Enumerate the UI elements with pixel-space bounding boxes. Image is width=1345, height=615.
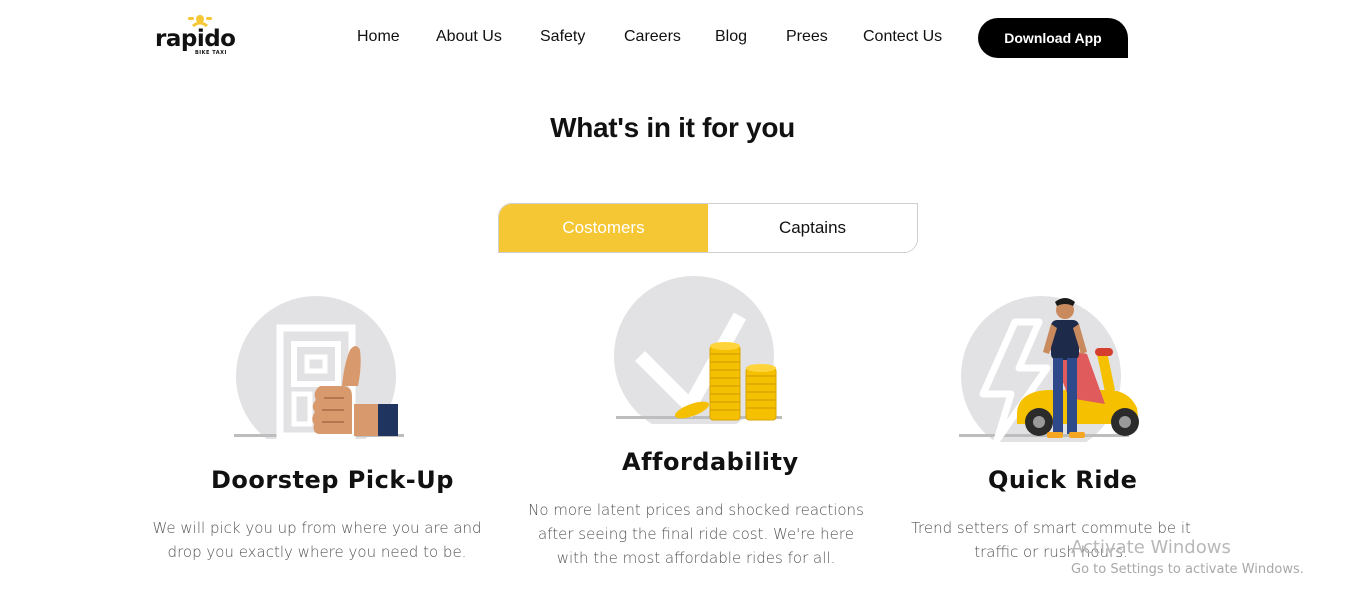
tab-customers[interactable]: Costomers <box>499 204 708 252</box>
windows-watermark-subtitle: Go to Settings to activate Windows. <box>1071 562 1304 577</box>
nav-blog[interactable]: Blog <box>715 28 747 46</box>
coins-checkmark-icon <box>614 276 782 424</box>
section-title: What's in it for you <box>550 112 795 143</box>
logo-subtitle: BIKE TAXI <box>195 50 227 56</box>
windows-watermark-title: Activate Windows <box>1071 537 1231 558</box>
download-app-button[interactable]: Download App <box>978 18 1128 58</box>
rider-scooter-icon <box>959 296 1139 442</box>
feature-title: Quick Ride <box>988 466 1138 494</box>
nav-prees[interactable]: Prees <box>786 28 828 46</box>
nav-safety[interactable]: Safety <box>540 28 585 46</box>
tab-captains[interactable]: Captains <box>708 204 917 252</box>
audience-tabs: Costomers Captains <box>498 203 918 253</box>
thumbs-up-doorstep-icon <box>234 296 404 439</box>
feature-description: No more latent prices and shocked reacti… <box>528 501 864 567</box>
nav-careers[interactable]: Careers <box>624 28 681 46</box>
feature-title: Doorstep Pick-Up <box>211 466 454 494</box>
nav-contact-us[interactable]: Contect Us <box>863 28 942 46</box>
nav-home[interactable]: Home <box>357 28 400 46</box>
feature-description: We will pick you up from where you are a… <box>152 519 482 561</box>
main-nav: Home About Us Safety Careers Blog Prees … <box>0 28 1345 50</box>
nav-about-us[interactable]: About Us <box>436 28 502 46</box>
feature-title: Affordability <box>622 448 799 476</box>
